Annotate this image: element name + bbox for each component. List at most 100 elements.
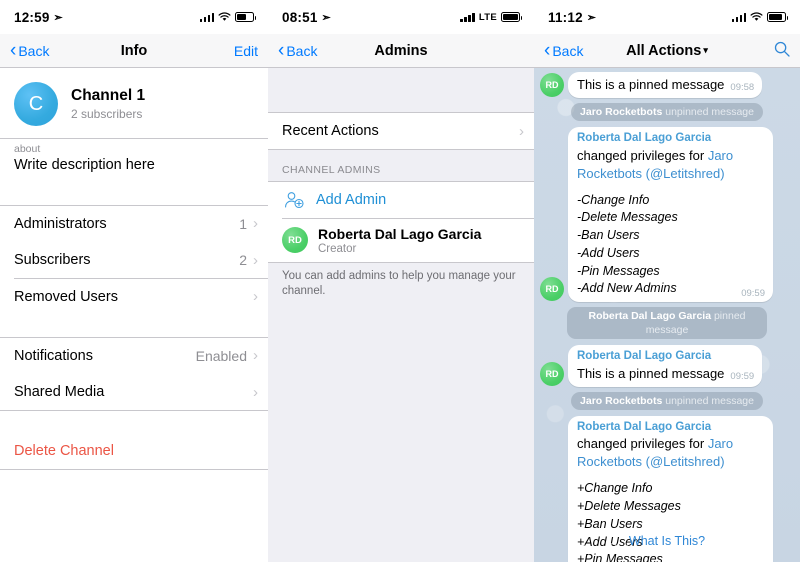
back-label: Back	[18, 42, 50, 59]
battery-icon	[235, 12, 256, 22]
nav-bar-1: ‹ Back Info Edit	[0, 34, 268, 68]
avatar-slot: RD	[540, 72, 568, 98]
sidebar-item-subscribers[interactable]: Subscribers 2 ›	[0, 242, 268, 278]
status-indicators: LTE	[460, 12, 522, 23]
chevron-right-icon: ›	[253, 347, 258, 364]
service-action: unpinned message	[665, 394, 754, 407]
service-action: unpinned message	[665, 105, 754, 118]
recent-actions-card: Recent Actions ›	[268, 112, 534, 150]
bubble-inline: This is a pinned message 09:59	[577, 365, 754, 383]
privilege-item: -Pin Messages	[577, 263, 660, 278]
avatar: RD	[540, 72, 564, 97]
service-actor: Jaro Rocketbots	[580, 105, 663, 118]
edit-button[interactable]: Edit	[234, 43, 258, 59]
row-accessory: 2 ›	[239, 252, 258, 268]
avatar: RD	[282, 227, 308, 253]
search-icon	[774, 41, 790, 57]
status-time: 12:59	[14, 9, 50, 25]
back-button[interactable]: ‹ Back	[544, 41, 583, 60]
sidebar-item-shared-media[interactable]: Shared Media ›	[0, 374, 268, 410]
message-bubble[interactable]: Roberta Dal Lago Garcia This is a pinned…	[568, 345, 763, 387]
add-person-icon	[282, 191, 306, 209]
row-label: Removed Users	[14, 288, 118, 305]
add-admin-label: Add Admin	[316, 192, 387, 208]
add-admin-button[interactable]: Add Admin	[268, 182, 534, 218]
row-label: Subscribers	[14, 252, 91, 268]
row-accessory: ›	[247, 289, 258, 304]
admin-role: Creator	[318, 242, 357, 255]
message-bubble[interactable]: This is a pinned message 09:58	[568, 72, 763, 98]
battery-icon	[501, 12, 522, 22]
privilege-item: +Ban Users	[577, 516, 643, 531]
phone-screen-channel-info: 12:59 ➣ ‹ Back Info Edit C Channel 1 2 s…	[0, 0, 268, 562]
privilege-item: +Pin Messages	[577, 552, 663, 562]
sidebar-item-removed-users[interactable]: Removed Users ›	[0, 278, 268, 315]
row-accessory: ›	[247, 385, 258, 400]
message-text: changed privileges for Jaro Rocketbots (…	[577, 147, 765, 183]
message-time: 09:58	[730, 81, 755, 93]
status-bar-3: 11:12 ➣	[534, 0, 800, 34]
service-actor: Roberta Dal Lago Garcia	[588, 310, 712, 322]
row-label: Notifications	[14, 347, 93, 364]
wifi-icon	[218, 12, 231, 22]
delete-channel-button[interactable]: Delete Channel	[0, 433, 268, 469]
location-arrow-icon: ➣	[53, 11, 63, 24]
divider	[0, 469, 268, 470]
status-time: 08:51	[282, 9, 318, 25]
chevron-left-icon: ‹	[544, 40, 551, 61]
privilege-item: -Add Users	[577, 245, 640, 260]
channel-subscribers: 2 subscribers	[71, 107, 143, 121]
back-button[interactable]: ‹ Back	[10, 41, 49, 60]
privilege-item: +Change Info	[577, 481, 653, 496]
section-header-channel-admins: CHANNEL ADMINS	[282, 164, 381, 176]
channel-meta: Channel 1 2 subscribers	[71, 87, 145, 121]
nav-bar-3: ‹ Back All Actions ▾	[534, 34, 800, 68]
section-gap	[0, 183, 268, 205]
service-text: Roberta Dal Lago Garcia pinned message	[567, 307, 767, 340]
section-gap	[0, 315, 268, 337]
privilege-list: +Change Info +Delete Messages +Ban Users…	[577, 480, 765, 562]
channel-header[interactable]: C Channel 1 2 subscribers	[0, 68, 268, 138]
message-bubble[interactable]: Roberta Dal Lago Garcia changed privileg…	[568, 127, 773, 302]
admins-body: Recent Actions › CHANNEL ADMINS Add Admi…	[268, 68, 534, 562]
phone-screen-admins: 08:51 ➣ LTE ‹ Back Admins Recent Actions	[268, 0, 534, 562]
back-label: Back	[552, 42, 584, 59]
message-text: This is a pinned message	[577, 77, 725, 92]
location-arrow-icon: ➣	[321, 11, 331, 24]
section-gap	[0, 410, 268, 433]
sidebar-item-administrators[interactable]: Administrators 1 ›	[0, 205, 268, 242]
text-prefix: changed privileges for	[577, 436, 708, 452]
search-button[interactable]	[774, 41, 790, 60]
message-row: RD Roberta Dal Lago Garcia changed privi…	[540, 127, 794, 302]
sidebar-item-notifications[interactable]: Notifications Enabled ›	[0, 337, 268, 374]
status-bar-2: 08:51 ➣ LTE	[268, 0, 534, 34]
about-row[interactable]: about Write description here	[0, 139, 268, 183]
chevron-right-icon: ›	[253, 215, 258, 232]
chevron-down-icon: ▾	[703, 45, 708, 56]
row-label: Shared Media	[14, 384, 105, 400]
row-value: 1	[239, 215, 247, 232]
message-row: RD This is a pinned message 09:58	[540, 72, 794, 98]
back-button[interactable]: ‹ Back	[278, 41, 317, 60]
row-value: Enabled	[195, 347, 247, 364]
what-is-this-link[interactable]: What Is This?	[534, 534, 800, 548]
chat-body[interactable]: RD This is a pinned message 09:58 Jaro R…	[534, 68, 800, 562]
service-text: Jaro Rocketbots unpinned message	[571, 391, 763, 410]
admin-name: Roberta Dal Lago Garcia	[318, 225, 482, 242]
signal-bars-icon	[199, 12, 214, 22]
row-label: Administrators	[14, 215, 107, 232]
page-title: All Actions	[626, 42, 702, 59]
message-row: RD Roberta Dal Lago Garcia This is a pin…	[540, 345, 794, 387]
list-item-admin[interactable]: RD Roberta Dal Lago Garcia Creator	[268, 219, 534, 262]
admins-footnote: You can add admins to help you manage yo…	[282, 269, 516, 298]
chevron-right-icon: ›	[253, 288, 258, 305]
message-text: This is a pinned message	[577, 365, 725, 381]
service-text: Jaro Rocketbots unpinned message	[571, 102, 763, 122]
row-accessory: Enabled ›	[196, 348, 258, 364]
privilege-list: -Change Info -Delete Messages -Ban Users…	[577, 192, 765, 299]
service-message: Roberta Dal Lago Garcia pinned message	[540, 307, 794, 340]
nav-bar-2: ‹ Back Admins	[268, 34, 534, 68]
message-author: Roberta Dal Lago Garcia	[577, 420, 712, 433]
sidebar-item-recent-actions[interactable]: Recent Actions ›	[268, 113, 534, 149]
